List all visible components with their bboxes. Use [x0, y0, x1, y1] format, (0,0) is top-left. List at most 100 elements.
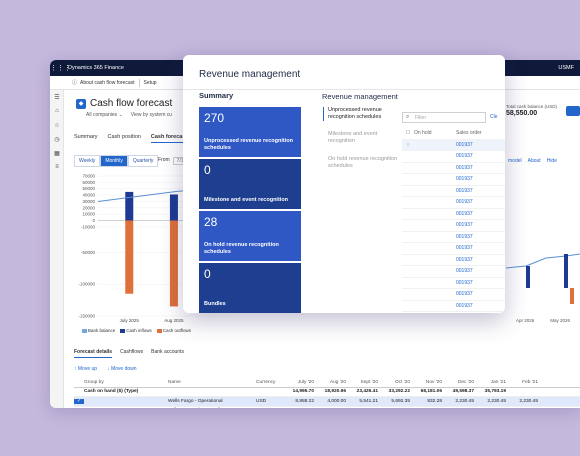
hide-link[interactable]: Hide: [547, 158, 557, 164]
table-row[interactable]: 001937: [402, 289, 505, 301]
tile-label: Milestone and event recognition: [204, 197, 289, 204]
period-quarterly[interactable]: Quarterly: [127, 155, 159, 167]
modules-icon[interactable]: ≡: [50, 160, 64, 174]
period-monthly[interactable]: Monthly: [100, 155, 128, 167]
table-row[interactable]: 001937: [402, 174, 505, 186]
nav-milestone-recognition[interactable]: Milestone and event recognition: [328, 131, 402, 145]
tab-cashflows[interactable]: Cashflows: [120, 349, 143, 358]
sales-order-link[interactable]: 001937: [456, 153, 473, 159]
y-tick-label: -100000: [78, 282, 95, 287]
table-row[interactable]: 001937: [402, 220, 505, 232]
table-row[interactable]: 001937: [402, 186, 505, 197]
column-header[interactable]: Nov '20: [412, 380, 444, 385]
column-header[interactable]: Feb '21: [508, 380, 540, 385]
column-header[interactable]: Sales order: [456, 130, 482, 136]
sales-order-link[interactable]: 001937: [456, 234, 473, 240]
clear-filter-link[interactable]: Cle: [490, 114, 498, 120]
sales-order-link[interactable]: 001937: [456, 176, 473, 182]
right-x-label: May 2026: [550, 318, 571, 323]
grid-header: Group by Name Currency July '20 Aug '20 Sept …: [74, 378, 580, 388]
workspaces-icon[interactable]: ▦: [50, 146, 64, 160]
sales-order-link[interactable]: 001937: [456, 257, 473, 263]
table-row[interactable]: 001937: [402, 163, 505, 174]
move-down-button[interactable]: ↓ Move down: [107, 366, 136, 372]
tab-cash-position[interactable]: Cash position: [108, 134, 141, 143]
table-row[interactable]: 001937: [402, 255, 505, 266]
column-header[interactable]: Sept '20: [348, 380, 380, 385]
about-cash-flow-link[interactable]: ⓘ About cash flow forecast: [72, 79, 135, 87]
favorites-icon[interactable]: ☆: [50, 118, 64, 132]
companies-filter[interactable]: All companies ⌄: [86, 112, 123, 118]
sales-order-link[interactable]: 001937: [456, 268, 473, 274]
nav-on-hold-schedules[interactable]: On hold revenue recognition schedules: [328, 156, 402, 170]
row-checkbox[interactable]: ✓: [74, 398, 84, 404]
table-row[interactable]: 001937: [402, 243, 505, 255]
table-row[interactable]: ○ 001937: [402, 139, 505, 151]
column-header[interactable]: Group by: [84, 380, 168, 385]
column-header[interactable]: On hold: [414, 130, 456, 136]
about-label: About cash flow forecast: [80, 79, 135, 86]
tile-milestone-recognition[interactable]: 0 Milestone and event recognition: [199, 159, 301, 209]
sales-order-link[interactable]: 001937: [456, 291, 473, 297]
table-row[interactable]: 001937: [402, 232, 505, 243]
column-header[interactable]: Dec '20: [444, 380, 476, 385]
table-row[interactable]: ✓ Wells Fargo - Operational USD 8,888.22 4,0…: [74, 397, 580, 407]
tile-unprocessed-schedules[interactable]: 270 Unprocessed revenue recognition sche…: [199, 107, 301, 157]
table-row[interactable]: 001937: [402, 301, 505, 312]
home-icon[interactable]: ⌂: [50, 104, 64, 118]
setup-button[interactable]: Setup: [144, 80, 157, 86]
app-launcher-icon[interactable]: ⋮⋮⋮: [50, 64, 71, 72]
move-up-button[interactable]: ↑ Move up: [74, 366, 97, 372]
tab-bank-accounts[interactable]: Bank accounts: [151, 349, 184, 358]
sales-order-link[interactable]: 001937: [456, 211, 473, 217]
row-radio[interactable]: ○: [402, 142, 414, 148]
tile-on-hold-schedules[interactable]: 28 On hold revenue recognition schedules: [199, 211, 301, 261]
sales-order-link[interactable]: 001937: [456, 280, 473, 286]
recent-icon[interactable]: ◷: [50, 132, 64, 146]
sales-order-link[interactable]: 001937: [456, 188, 473, 194]
app-name[interactable]: Dynamics 365 Finance: [68, 65, 124, 71]
group-cell: Cash on hand ($) (Type): [84, 389, 139, 395]
column-header[interactable]: Name: [168, 380, 256, 385]
column-header[interactable]: Jan '21: [476, 380, 508, 385]
table-row[interactable]: Bell State Bank - PayrollUSD800.002,091.…: [74, 407, 580, 409]
period-weekly[interactable]: Weekly: [74, 155, 101, 167]
value-cell: 2,230.45: [455, 398, 474, 404]
sales-order-link[interactable]: 001937: [456, 165, 473, 171]
right-action-button[interactable]: [566, 106, 580, 116]
nav-unprocessed-schedules[interactable]: Unprocessed revenue recognition schedule…: [323, 107, 402, 122]
column-header[interactable]: Aug '20: [316, 380, 348, 385]
sales-order-link[interactable]: 001937: [456, 222, 473, 228]
x-tick-label: Aug 2025: [164, 318, 184, 323]
select-all-checkbox[interactable]: ☐: [402, 130, 414, 136]
value-cell: 5,692.35: [391, 398, 410, 404]
page-title: ◆ Cash flow forecast: [76, 98, 172, 109]
sales-order-link[interactable]: 001937: [456, 303, 473, 309]
view-by-filter[interactable]: View by system cu: [131, 112, 172, 118]
tab-cash-forecast[interactable]: Cash forecast: [150, 134, 188, 143]
about-link[interactable]: About: [528, 158, 541, 164]
model-link[interactable]: model: [508, 158, 522, 164]
info-icon: ⓘ: [72, 80, 78, 86]
column-header[interactable]: Currency: [256, 380, 284, 385]
filter-input[interactable]: ⌕ Filter: [402, 112, 486, 123]
y-tick-label: -10000: [81, 224, 96, 229]
column-header[interactable]: Oct '20: [380, 380, 412, 385]
sales-order-link[interactable]: 001937: [456, 199, 473, 205]
table-row[interactable]: 001937: [402, 266, 505, 278]
company-picker[interactable]: USMF: [558, 65, 574, 71]
page-title-text: Cash flow forecast: [90, 98, 173, 109]
sales-order-link[interactable]: 001937: [456, 245, 473, 251]
tab-forecast-details[interactable]: Forecast details: [74, 349, 113, 358]
tile-bundles[interactable]: 0 Bundles: [199, 263, 301, 313]
table-row[interactable]: 001937: [402, 197, 505, 209]
column-header[interactable]: July '20: [284, 380, 316, 385]
table-row[interactable]: Cash on hand ($) (Type) 14,995.70 18,920.9…: [74, 388, 580, 397]
table-row[interactable]: 001937: [402, 312, 505, 313]
sales-order-link[interactable]: 001937: [456, 142, 473, 148]
table-row[interactable]: 001937: [402, 209, 505, 220]
table-row[interactable]: 001937: [402, 278, 505, 289]
tab-summary[interactable]: Summary: [74, 134, 98, 143]
menu-icon[interactable]: ☰: [50, 90, 64, 104]
table-row[interactable]: 001937: [402, 151, 505, 163]
